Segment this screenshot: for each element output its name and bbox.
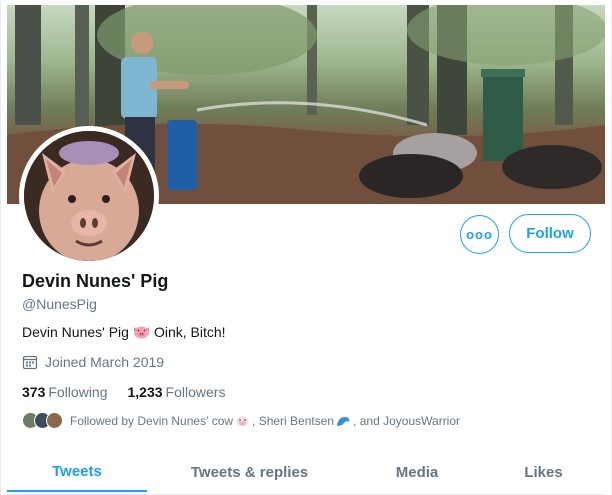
profile-bio: Devin Nunes' Pig Oink, Bitch! <box>22 324 226 340</box>
water-wave-emoji-icon <box>337 416 350 426</box>
profile-tabs: Tweets Tweets & replies Media Likes <box>7 452 605 495</box>
followers-label: Followers <box>165 384 226 400</box>
tab-tweets-and-replies[interactable]: Tweets & replies <box>147 452 352 492</box>
profile-page: ooo Follow Devin Nunes' Pig @NunesPig De… <box>0 0 612 495</box>
pig-avatar-image <box>24 131 154 261</box>
followed-by-row[interactable]: Followed by Devin Nunes' cow , Sheri Ben… <box>22 412 460 429</box>
followers-you-know-avatars <box>22 412 63 429</box>
pig-face-emoji-icon <box>133 326 149 339</box>
followed-by-name-2: , Sheri Bentsen <box>252 413 335 428</box>
avatar <box>46 412 63 429</box>
following-count: 373 <box>22 384 46 400</box>
joined-date: Joined March 2019 <box>22 354 164 370</box>
calendar-icon <box>22 355 38 370</box>
joined-text: Joined March 2019 <box>45 354 165 370</box>
follow-stats: 373 Following 1,233 Followers <box>22 384 245 400</box>
following-label: Following <box>48 384 108 400</box>
cow-face-emoji-icon <box>236 415 249 426</box>
tab-likes[interactable]: Likes <box>482 452 605 492</box>
tab-media[interactable]: Media <box>352 452 482 492</box>
more-icon: ooo <box>466 227 493 242</box>
more-options-button[interactable]: ooo <box>460 215 499 254</box>
followed-by-text-suffix: , and JoyousWarrior <box>353 413 461 428</box>
bio-text-suffix: Oink, Bitch! <box>153 324 226 340</box>
display-name: Devin Nunes' Pig <box>22 271 169 291</box>
bio-text-prefix: Devin Nunes' Pig <box>22 324 129 340</box>
followed-by-text-prefix: Followed by Devin Nunes' cow <box>70 413 234 428</box>
followers-count: 1,233 <box>127 384 163 400</box>
followers-link[interactable]: 1,233 Followers <box>128 384 226 400</box>
tab-tweets[interactable]: Tweets <box>7 452 147 492</box>
profile-avatar[interactable] <box>19 126 159 266</box>
follow-button[interactable]: Follow <box>509 214 591 253</box>
user-handle: @NunesPig <box>22 296 97 312</box>
following-link[interactable]: 373 Following <box>22 384 108 400</box>
